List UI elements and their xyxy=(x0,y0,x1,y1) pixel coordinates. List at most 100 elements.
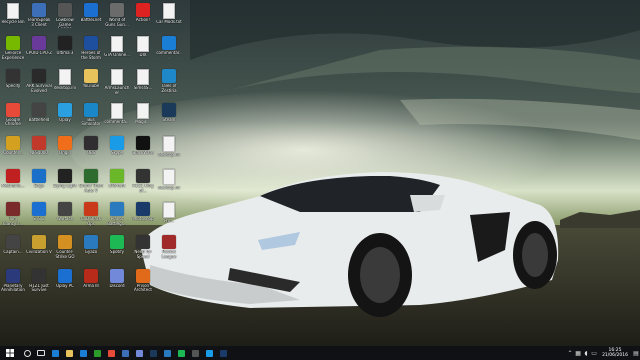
desktop-icon[interactable]: H1Z1 King of... xyxy=(130,168,156,201)
desktop-icon[interactable]: Mechanic... xyxy=(0,168,26,201)
desktop-icon[interactable]: Warface xyxy=(52,201,78,234)
taskbar-xbox-icon[interactable] xyxy=(90,346,104,360)
taskbar-search-icon[interactable] xyxy=(20,346,34,360)
taskbar-file-explorer-icon[interactable] xyxy=(62,346,76,360)
clock[interactable]: 16:25 21/06/2016 xyxy=(598,348,632,358)
desktop-icon[interactable]: Dying Light xyxy=(52,168,78,201)
desktop-icon[interactable]: Grand Theft Auto V xyxy=(78,168,104,201)
desktop-icon[interactable]: ARK Survival Evolved xyxy=(26,68,52,101)
desktop-icon[interactable]: CPUID CPU-Z xyxy=(26,35,52,68)
desktop-icon[interactable]: desktop.ini xyxy=(156,168,182,201)
desktop-icon[interactable]: desktop.ini xyxy=(52,68,78,101)
desktop-icon[interactable]: Spotify xyxy=(104,234,130,267)
desktop-icon[interactable]: desktop.ini xyxy=(156,135,182,168)
desktop-icon[interactable]: YouTube xyxy=(78,68,104,101)
chevron-up-icon[interactable]: ⌃ xyxy=(566,346,574,360)
start-button[interactable] xyxy=(0,346,20,360)
desktop-icon[interactable]: Uplay PC xyxy=(52,268,78,301)
desktop-icon[interactable]: Prison Architect xyxy=(130,268,156,301)
desktop-icon[interactable]: Civilization V xyxy=(26,234,52,267)
desktop-icon[interactable]: Uplay xyxy=(52,102,78,135)
desktop-icon[interactable]: Specify xyxy=(0,68,26,101)
desktop-icon[interactable]: GeForce Experience xyxy=(0,35,26,68)
desktop-icon[interactable]: Plants Battlegr... xyxy=(104,201,130,234)
desktop-icon-label: Skype xyxy=(110,150,124,155)
taskbar-teamspeak-icon[interactable] xyxy=(118,346,132,360)
taskbar-discord-icon[interactable] xyxy=(132,346,146,360)
desktop-icon[interactable]: H1Z1 Just Survive xyxy=(26,268,52,301)
desktop-icon[interactable]: Magic... xyxy=(130,102,156,135)
file-icon xyxy=(7,3,19,19)
desktop-icon[interactable]: Car Mods.txt xyxy=(156,2,182,35)
desktop-icon[interactable]: Battlefield xyxy=(26,102,52,135)
notification-icon[interactable]: ▤ xyxy=(632,346,640,360)
desktop-icon[interactable]: Recycle Bin xyxy=(0,2,26,35)
app-icon xyxy=(32,268,46,283)
app-icon xyxy=(6,268,20,283)
taskbar-obs-icon[interactable] xyxy=(188,346,202,360)
network-icon[interactable]: ▦ xyxy=(574,346,582,360)
desktop-icon[interactable]: ETS 2 xyxy=(26,201,52,234)
desktop-icon[interactable]: DIX xyxy=(130,35,156,68)
desktop-icon[interactable]: Gyazo xyxy=(78,234,104,267)
desktop-icon[interactable]: BattleLnet xyxy=(78,2,104,35)
desktop-icon[interactable]: Sims4S... xyxy=(130,68,156,101)
taskbar-gyazo-icon[interactable] xyxy=(160,346,174,360)
desktop-icon[interactable]: GTA Online... xyxy=(104,35,130,68)
desktop-icon[interactable]: BlackWare xyxy=(130,135,156,168)
taskbar-spotify-icon[interactable] xyxy=(174,346,188,360)
taskbar-store-icon[interactable] xyxy=(76,346,90,360)
desktop-icon-label: Arma III xyxy=(83,283,99,288)
taskbar-steam-icon[interactable] xyxy=(146,346,160,360)
desktop-icon[interactable]: Tom Clancy's... xyxy=(0,201,26,234)
desktop-icon[interactable]: Edge xyxy=(26,168,52,201)
desktop-icon[interactable]: Origin xyxy=(52,135,78,168)
desktop-icon[interactable]: Action! xyxy=(130,2,156,35)
desktop-icon[interactable]: Arma III xyxy=(78,268,104,301)
desktop-icon[interactable]: Rocket League xyxy=(156,234,182,267)
taskbar-task-view-icon[interactable] xyxy=(34,346,48,360)
app-icon xyxy=(136,235,150,250)
desktop-icon-label: Counter... xyxy=(3,150,23,155)
desktop-icon[interactable]: Captain... xyxy=(0,234,26,267)
desktop-icon[interactable]: Counter... xyxy=(0,135,26,168)
desktop-icon[interactable]: World of Guns Gun... xyxy=(104,2,130,35)
desktop-icon-label: Uplay xyxy=(59,117,71,122)
desktop-icon[interactable]: Tales of Zestiria xyxy=(156,68,182,101)
desktop-icon[interactable]: Pro... xyxy=(156,201,182,234)
desktop-icon-label: Prison Architect xyxy=(134,283,152,293)
desktop-icon[interactable]: Lowbrow Game Engine xyxy=(52,2,78,35)
desktop-icon[interactable]: commentar... xyxy=(156,35,182,68)
desktop-icon[interactable]: Heroes of the Storm xyxy=(78,35,104,68)
desktop-icon[interactable]: OBS xyxy=(78,135,104,168)
desktop-icon[interactable]: NFS4000 xyxy=(26,135,52,168)
desktop-icon[interactable]: commenta... xyxy=(104,102,130,135)
desktop-icon[interactable]: Photoshop xyxy=(130,201,156,234)
desktop-icon-label: desktop.ini xyxy=(54,86,76,91)
desktop-icon[interactable]: Ultima 3 xyxy=(52,35,78,68)
desktop-icon[interactable]: Google Chrome xyxy=(0,102,26,135)
app-icon xyxy=(84,102,98,117)
desktop-icon[interactable]: CoD Black Ops xyxy=(78,201,104,234)
desktop-icon[interactable]: Counter-Strike GO xyxy=(52,234,78,267)
desktop-icon[interactable]: Need for Speed xyxy=(130,234,156,267)
taskbar-photoshop-icon[interactable] xyxy=(216,346,230,360)
desktop-icon[interactable]: Steam xyxy=(156,102,182,135)
desktop-icon-label: Counter-Strike GO xyxy=(55,250,75,259)
app-icon xyxy=(32,202,46,217)
taskbar-chrome-icon[interactable] xyxy=(104,346,118,360)
taskbar-skype-icon[interactable] xyxy=(202,346,216,360)
taskbar-edge-icon[interactable] xyxy=(48,346,62,360)
desktop-icon[interactable]: uTorrent xyxy=(104,168,130,201)
language-icon[interactable]: ▭ xyxy=(590,346,598,360)
system-tray: ⌃ ▦ ◖ ▭ 16:25 21/06/2016 ▤ xyxy=(566,346,640,360)
desktop-icon[interactable]: Skype xyxy=(104,135,130,168)
desktop-icon[interactable]: Planetary Annihilation xyxy=(0,268,26,301)
desktop-icon[interactable]: Bus Simulator xyxy=(78,102,104,135)
volume-icon[interactable]: ◖ xyxy=(582,346,590,360)
desktop-icon[interactable]: Discord xyxy=(104,268,130,301)
desktop-icon[interactable]: TeamSpeak 3 Client xyxy=(26,2,52,35)
app-icon xyxy=(32,3,46,17)
desktop-icon-label: Lowbrow Game Engine xyxy=(56,18,74,28)
desktop-icon[interactable]: ArmsLauncher xyxy=(104,68,130,101)
